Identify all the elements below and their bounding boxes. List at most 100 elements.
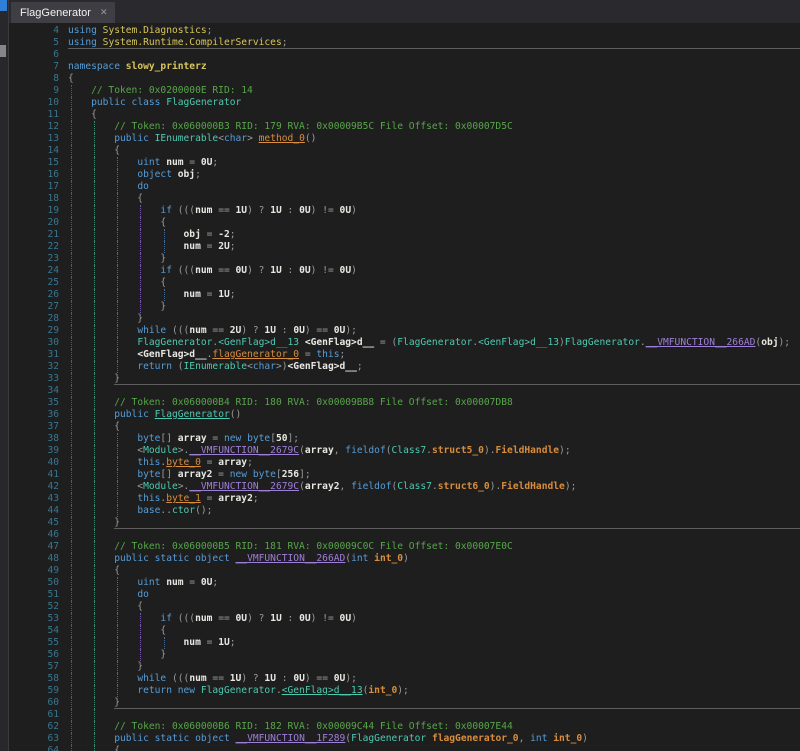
code-line: 47 // Token: 0x060000B5 RID: 181 RVA: 0x… <box>9 541 800 553</box>
code-token: = <box>207 433 224 444</box>
code-line: 28 } <box>9 313 800 325</box>
code-line: 41 byte[] array2 = new byte[256]; <box>9 469 800 481</box>
code-token: struct5_0 <box>432 445 484 456</box>
line-number: 54 <box>9 625 59 637</box>
line-number: 60 <box>9 697 59 709</box>
tab-flaggenerator[interactable]: FlagGenerator ✕ <box>11 2 115 23</box>
code-token: 0U <box>340 265 352 276</box>
code-token: struct6_0 <box>438 481 490 492</box>
code-token: { <box>68 421 120 432</box>
code-token: IEnumerable <box>155 133 219 144</box>
code-token: ) <box>351 205 357 216</box>
symbol-link[interactable]: byte_0 <box>166 457 201 468</box>
code-text: uint num = 0U; <box>68 157 218 169</box>
line-number: 57 <box>9 661 59 673</box>
code-line: 37 { <box>9 421 800 433</box>
code-token: ; <box>253 493 259 504</box>
symbol-link[interactable]: flagGenerator_0 <box>212 349 299 360</box>
symbol-link[interactable]: __VMFUNCTION__2679C <box>189 445 299 456</box>
code-text: namespace slowy_printerz <box>68 61 207 73</box>
code-token: ) <box>403 553 409 564</box>
code-token: base <box>137 505 160 516</box>
code-text: { <box>68 421 120 433</box>
line-number: 20 <box>9 217 59 229</box>
code-token <box>68 337 137 348</box>
code-token: public <box>91 97 126 108</box>
code-token: ; <box>230 229 236 240</box>
code-token: FlagGenerator <box>166 97 241 108</box>
line-number: 23 <box>9 253 59 265</box>
line-number: 56 <box>9 649 59 661</box>
code-token: num <box>184 289 201 300</box>
code-token: -2 <box>218 229 230 240</box>
code-line: 49 { <box>9 565 800 577</box>
code-token: ; <box>212 157 218 168</box>
symbol-link[interactable]: __VMFUNCTION__266AD <box>646 337 756 348</box>
line-number: 28 <box>9 313 59 325</box>
code-line: 11 { <box>9 109 800 121</box>
symbol-link[interactable]: <GenFlag>d__13 <box>282 685 363 696</box>
line-number: 24 <box>9 265 59 277</box>
code-token: ) != <box>311 265 340 276</box>
code-token <box>68 733 114 744</box>
code-token: { <box>68 193 143 204</box>
code-token: == <box>207 325 230 336</box>
code-token: FlagGenerator <box>397 337 472 348</box>
code-line: 26 num = 1U; <box>9 289 800 301</box>
code-line: 50 uint num = 0U; <box>9 577 800 589</box>
code-token: = <box>212 469 229 480</box>
line-number: 37 <box>9 421 59 433</box>
code-token: ); <box>345 325 357 336</box>
code-token: == <box>212 265 235 276</box>
code-text: if (((num == 0U) ? 1U : 0U) != 0U) <box>68 613 357 625</box>
code-token: : <box>276 325 293 336</box>
code-token: IEnumerable <box>184 361 248 372</box>
code-line: 38 byte[] array = new byte[50]; <box>9 433 800 445</box>
code-token: array2 <box>178 469 213 480</box>
code-token: uint <box>137 577 160 588</box>
line-number: 11 <box>9 109 59 121</box>
code-token: 0U <box>299 265 311 276</box>
symbol-link[interactable]: __VMFUNCTION__266AD <box>236 553 346 564</box>
code-text: { <box>68 277 166 289</box>
code-token: ; <box>282 37 288 48</box>
code-text: public FlagGenerator() <box>68 409 241 421</box>
code-token: < <box>68 445 143 456</box>
line-number: 26 <box>9 289 59 301</box>
code-line: 13 public IEnumerable<char> method_0() <box>9 133 800 145</box>
symbol-link[interactable]: byte_1 <box>166 493 201 504</box>
code-token: fieldof <box>345 445 385 456</box>
code-token: ) ? <box>241 325 264 336</box>
code-token: object <box>195 733 230 744</box>
line-number: 62 <box>9 721 59 733</box>
code-token: = <box>201 457 218 468</box>
symbol-link[interactable]: __VMFUNCTION__1F289 <box>236 733 346 744</box>
code-line: 39 <Module>.__VMFUNCTION__2679C(array, f… <box>9 445 800 457</box>
code-token <box>68 457 137 468</box>
code-token: int <box>351 553 368 564</box>
code-line: 18 { <box>9 193 800 205</box>
code-line: 21 obj = -2; <box>9 229 800 241</box>
code-token <box>68 721 114 732</box>
code-token: } <box>68 649 166 660</box>
line-number: 41 <box>9 469 59 481</box>
tab-close-icon[interactable]: ✕ <box>100 8 108 17</box>
line-number: 63 <box>9 733 59 745</box>
code-token: : <box>276 673 293 684</box>
code-editor[interactable]: 4using System.Diagnostics;5using System.… <box>9 23 800 751</box>
code-token <box>68 181 137 192</box>
left-panel-scroll-fragment <box>0 45 6 57</box>
code-text: { <box>68 745 120 751</box>
code-text: } <box>68 661 143 673</box>
code-token: } <box>68 697 120 708</box>
code-token: this <box>137 493 160 504</box>
code-line: 9 // Token: 0x0200000E RID: 14 <box>9 85 800 97</box>
symbol-link[interactable]: FlagGenerator <box>155 409 230 420</box>
code-token: slowy_printerz <box>126 61 207 72</box>
code-line: 35 // Token: 0x060000B4 RID: 180 RVA: 0x… <box>9 397 800 409</box>
code-token: num <box>189 325 206 336</box>
symbol-link[interactable]: method_0 <box>259 133 305 144</box>
code-token: ((( <box>172 265 195 276</box>
code-text: <Module>.__VMFUNCTION__2679C(array2, fie… <box>68 481 576 493</box>
symbol-link[interactable]: __VMFUNCTION__2679C <box>189 481 299 492</box>
